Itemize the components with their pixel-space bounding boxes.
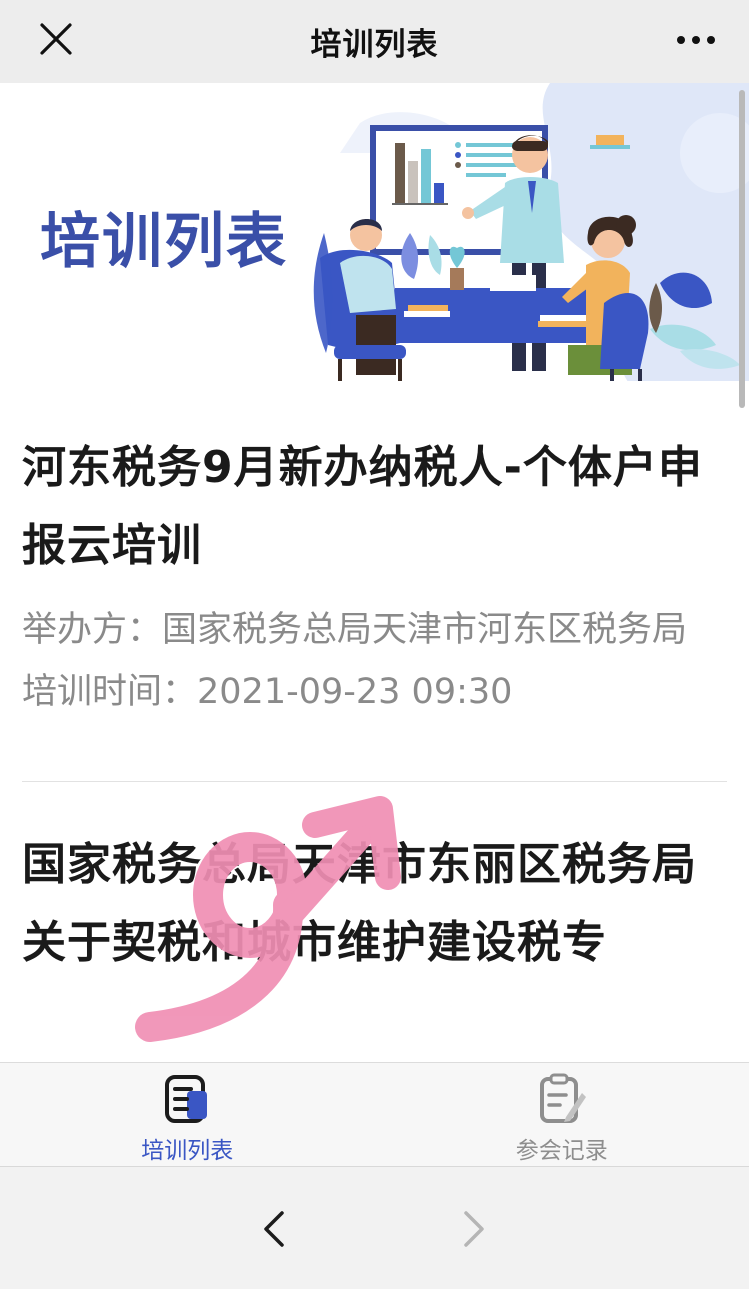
training-title: 国家税务总局天津市东丽区税务局关于契税和城市维护建设税专 xyxy=(22,839,697,968)
organizer-label: 举办方： xyxy=(22,610,163,650)
training-item[interactable]: 国家税务总局天津市东丽区税务局关于契税和城市维护建设税专 xyxy=(0,782,749,982)
time-label: 培训时间： xyxy=(22,672,198,712)
bottom-tab-bar: 培训列表 参会记录 xyxy=(0,1062,749,1166)
top-bar: 培训列表 xyxy=(0,0,749,83)
list-document-icon xyxy=(165,1075,208,1123)
close-icon[interactable] xyxy=(36,19,76,59)
page-title: 培训列表 xyxy=(310,27,439,63)
chevron-right-icon[interactable] xyxy=(458,1207,490,1251)
chevron-left-icon[interactable] xyxy=(258,1207,290,1251)
banner-title: 培训列表 xyxy=(40,207,288,277)
training-list: 河东税务9月新办纳税人-个体户申报云培训 举办方：国家税务总局天津市河东区税务局… xyxy=(0,385,749,1062)
clipboard-edit-icon xyxy=(539,1073,586,1123)
organizer-value: 国家税务总局天津市河东区税务局 xyxy=(162,610,688,650)
browser-nav-bar xyxy=(0,1166,749,1289)
training-list-page: 培训列表 培训列表 河东税务9月新办纳税人-个体户申报云培训 举办方：国家税务总… xyxy=(0,0,749,1289)
more-icon[interactable] xyxy=(673,22,719,58)
tab-label: 参会记录 xyxy=(515,1138,608,1164)
time-value: 2021-09-23 09:30 xyxy=(197,672,513,712)
meeting-illustration xyxy=(300,83,749,385)
training-item[interactable]: 河东税务9月新办纳税人-个体户申报云培训 举办方：国家税务总局天津市河东区税务局… xyxy=(0,385,749,723)
training-time: 培训时间：2021-09-23 09:30 xyxy=(22,661,727,723)
tab-label: 培训列表 xyxy=(141,1138,234,1164)
banner: 培训列表 xyxy=(0,83,749,385)
training-organizer: 举办方：国家税务总局天津市河东区税务局 xyxy=(22,599,727,661)
scrollbar-thumb[interactable] xyxy=(739,90,745,408)
tab-training-list[interactable]: 培训列表 xyxy=(0,1063,375,1166)
training-title: 河东税务9月新办纳税人-个体户申报云培训 xyxy=(22,442,703,571)
tab-attendance-records[interactable]: 参会记录 xyxy=(375,1063,749,1166)
